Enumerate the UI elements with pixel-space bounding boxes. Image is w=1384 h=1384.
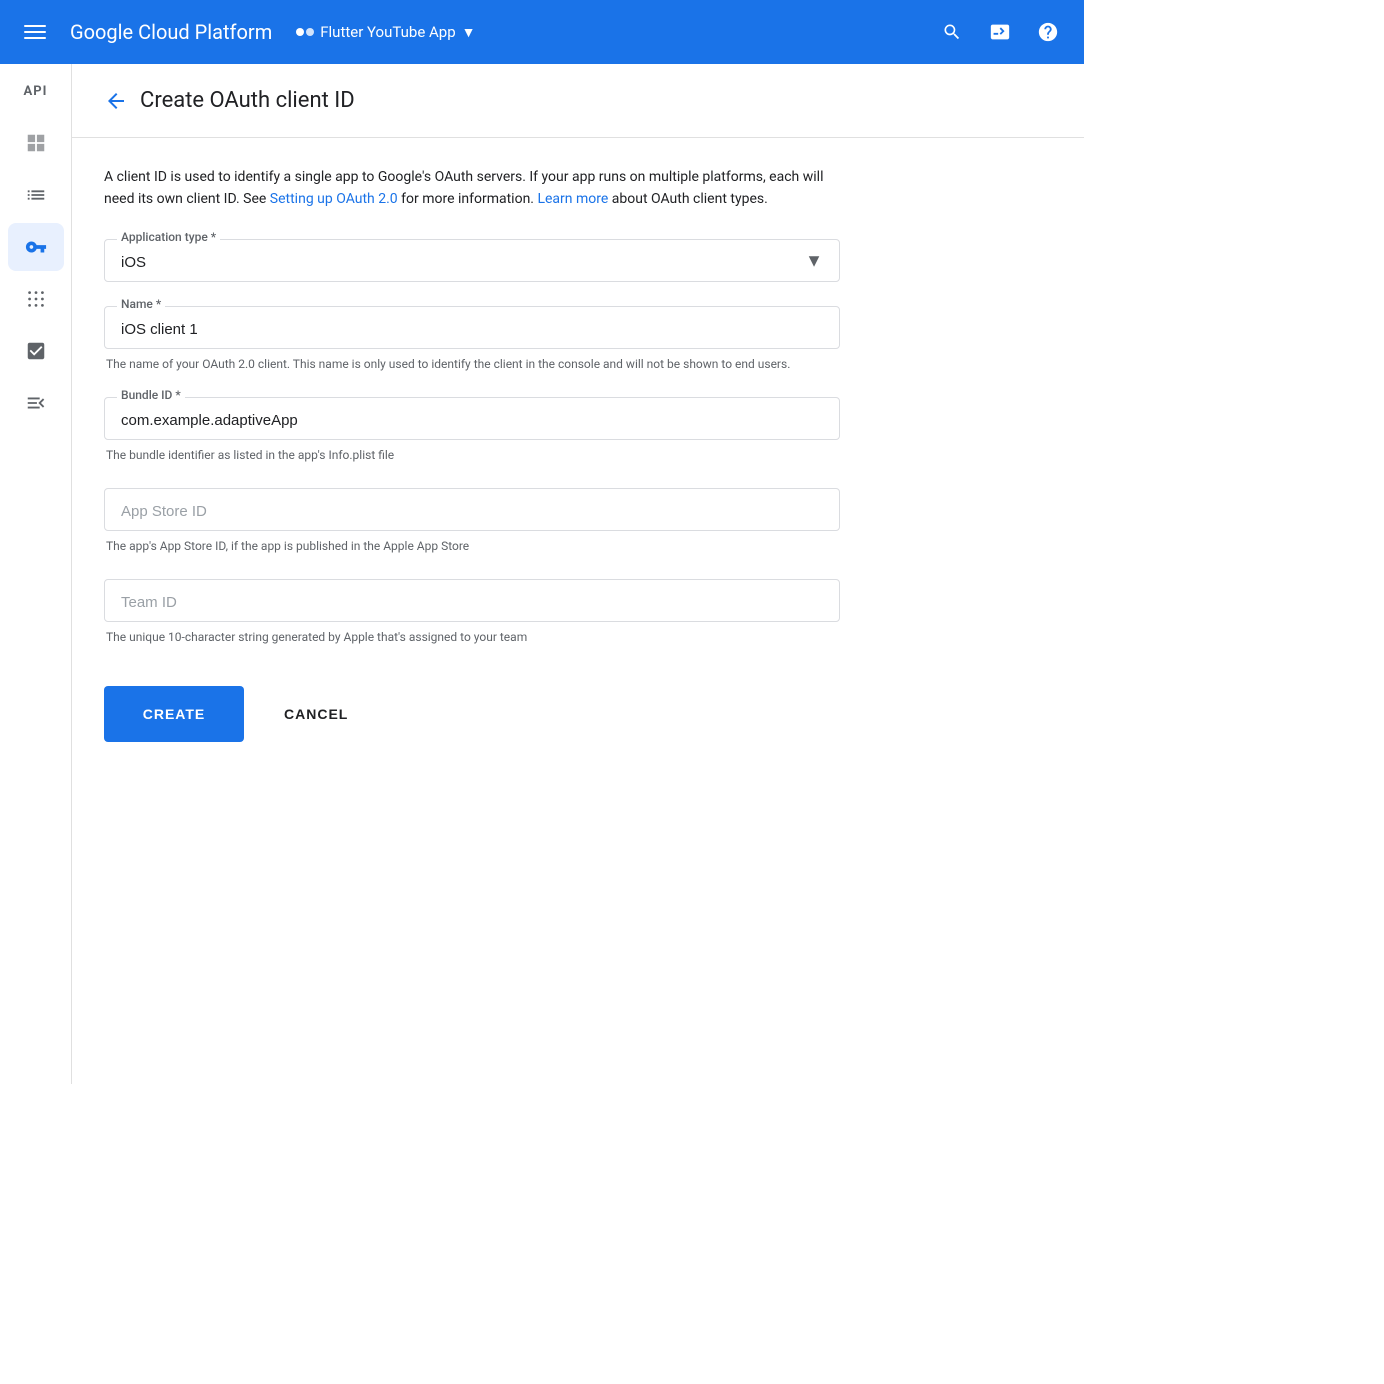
name-input[interactable] xyxy=(121,321,823,338)
sidebar-item-dashboard[interactable] xyxy=(8,171,64,219)
team-id-wrapper xyxy=(104,579,840,622)
sidebar-item-explorer[interactable] xyxy=(8,275,64,323)
app-store-id-input[interactable] xyxy=(121,503,823,520)
cloud-shell-button[interactable] xyxy=(980,12,1020,52)
team-id-input[interactable] xyxy=(121,594,823,611)
project-dots-icon xyxy=(296,28,314,36)
sidebar-item-credentials[interactable] xyxy=(8,223,64,271)
sidebar-item-overview[interactable] xyxy=(8,119,64,167)
name-label: Name * xyxy=(117,297,165,311)
search-button[interactable] xyxy=(932,12,972,52)
create-button[interactable]: CREATE xyxy=(104,686,244,742)
top-header: Google Cloud Platform Flutter YouTube Ap… xyxy=(0,0,1084,64)
cancel-button[interactable]: CANCEL xyxy=(260,686,372,742)
sidebar-item-settings[interactable] xyxy=(8,379,64,427)
help-button[interactable] xyxy=(1028,12,1068,52)
api-label: API xyxy=(24,76,48,115)
application-type-wrapper: Application type * Web application Andro… xyxy=(104,239,840,282)
main-content: Create OAuth client ID A client ID is us… xyxy=(72,64,1084,1084)
oauth-setup-link[interactable]: Setting up OAuth 2.0 xyxy=(270,191,398,207)
app-store-id-hint: The app's App Store ID, if the app is pu… xyxy=(104,537,840,555)
name-field: Name * The name of your OAuth 2.0 client… xyxy=(104,306,840,373)
learn-more-link[interactable]: Learn more xyxy=(537,191,608,207)
project-name: Flutter YouTube App xyxy=(320,23,455,41)
menu-button[interactable] xyxy=(16,17,54,47)
bundle-id-input[interactable] xyxy=(121,412,823,429)
application-type-select[interactable]: Web application Android iOS Desktop app … xyxy=(121,254,823,271)
bundle-id-label: Bundle ID * xyxy=(117,388,185,402)
sidebar: API xyxy=(0,64,72,1084)
application-type-label: Application type * xyxy=(117,230,220,244)
description-text: A client ID is used to identify a single… xyxy=(104,166,840,211)
app-store-id-field: The app's App Store ID, if the app is pu… xyxy=(104,488,840,555)
name-wrapper: Name * xyxy=(104,306,840,349)
application-type-select-wrapper: Web application Android iOS Desktop app … xyxy=(121,252,823,271)
application-type-field: Application type * Web application Andro… xyxy=(104,239,840,282)
sidebar-item-tasks[interactable] xyxy=(8,327,64,375)
chevron-down-icon: ▼ xyxy=(462,24,476,41)
project-selector[interactable]: Flutter YouTube App ▼ xyxy=(296,23,475,41)
page-header: Create OAuth client ID xyxy=(72,64,1084,138)
bundle-id-hint: The bundle identifier as listed in the a… xyxy=(104,446,840,464)
team-id-field: The unique 10-character string generated… xyxy=(104,579,840,646)
app-store-id-wrapper xyxy=(104,488,840,531)
form-content: A client ID is used to identify a single… xyxy=(72,138,872,810)
name-hint: The name of your OAuth 2.0 client. This … xyxy=(104,355,840,373)
bundle-id-wrapper: Bundle ID * xyxy=(104,397,840,440)
team-id-hint: The unique 10-character string generated… xyxy=(104,628,840,646)
brand-name: Google Cloud Platform xyxy=(70,20,272,44)
back-button[interactable] xyxy=(104,89,128,113)
page-title: Create OAuth client ID xyxy=(140,88,355,113)
button-row: CREATE CANCEL xyxy=(104,686,840,782)
bundle-id-field: Bundle ID * The bundle identifier as lis… xyxy=(104,397,840,464)
